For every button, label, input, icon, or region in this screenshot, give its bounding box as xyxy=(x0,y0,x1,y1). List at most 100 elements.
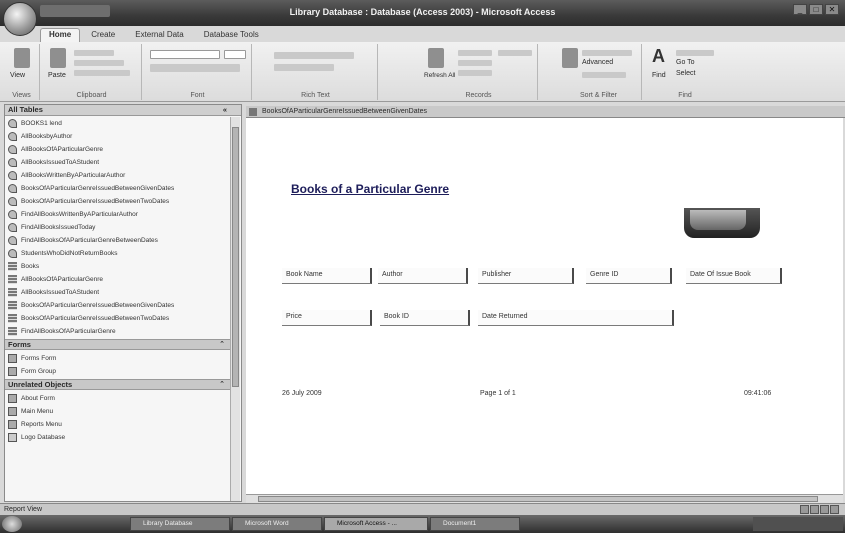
report-view-button[interactable] xyxy=(800,505,809,514)
close-button[interactable]: ✕ xyxy=(825,4,839,15)
chevron-up-icon[interactable]: ⌃ xyxy=(219,380,225,390)
group-records: Refresh All Records xyxy=(420,44,538,100)
nav-item-query[interactable]: AllBooksOfAParticularGenre xyxy=(8,143,230,155)
paste-button[interactable]: Paste xyxy=(48,72,66,79)
selection-button[interactable] xyxy=(582,50,632,56)
field-book-name: Book Name xyxy=(282,268,372,284)
horizontal-scroll-thumb[interactable] xyxy=(258,496,818,502)
taskbar-button[interactable]: Microsoft Word xyxy=(232,517,322,531)
tab-database-tools[interactable]: Database Tools xyxy=(195,28,268,42)
advanced-button[interactable]: Advanced xyxy=(582,59,613,66)
alignment-buttons[interactable] xyxy=(274,52,354,59)
group-views: View Views xyxy=(4,44,40,100)
table-icon xyxy=(8,261,17,271)
nav-item-report[interactable]: AllBooksIssuedToAStudent xyxy=(8,286,230,298)
nav-item-form[interactable]: Reports Menu xyxy=(8,418,230,430)
taskbar-button[interactable]: Document1 xyxy=(430,517,520,531)
report-icon xyxy=(8,313,17,323)
view-button[interactable]: View xyxy=(10,72,25,79)
nav-item-query[interactable]: AllBooksbyAuthor xyxy=(8,130,230,142)
new-record-button[interactable] xyxy=(458,50,492,56)
paste-icon[interactable] xyxy=(50,48,66,68)
save-record-button[interactable] xyxy=(458,60,492,66)
nav-item-label: AllBooksOfAParticularGenre xyxy=(21,275,104,283)
copy-button[interactable] xyxy=(74,60,124,66)
window-title: Library Database : Database (Access 2003… xyxy=(289,7,556,17)
refresh-icon[interactable] xyxy=(428,48,444,68)
nav-item-form[interactable]: Form Group xyxy=(8,365,230,377)
refresh-button[interactable]: Refresh All xyxy=(424,72,456,79)
report-date: 26 July 2009 xyxy=(282,390,322,397)
nav-item-module[interactable]: Logo Database xyxy=(8,431,230,443)
nav-item-label: BooksOfAParticularGenreIssuedBetweenTwoD… xyxy=(21,197,170,205)
nav-scrollbar[interactable] xyxy=(230,117,240,501)
layout-view-button[interactable] xyxy=(820,505,829,514)
nav-item-query[interactable]: BooksOfAParticularGenreIssuedBetweenGive… xyxy=(8,182,230,194)
group-caption-rich-text: Rich Text xyxy=(301,92,330,99)
group-caption-records: Records xyxy=(465,92,492,99)
select-button[interactable]: Select xyxy=(676,70,695,77)
group-caption-find: Find xyxy=(678,92,692,99)
group-caption-views: Views xyxy=(12,92,31,99)
nav-item-report[interactable]: FindAllBooksOfAParticularGenre xyxy=(8,325,230,337)
nav-item-report[interactable]: BooksOfAParticularGenreIssuedBetweenTwoD… xyxy=(8,312,230,324)
chevron-up-icon[interactable]: ⌃ xyxy=(219,340,225,350)
filter-icon[interactable] xyxy=(562,48,578,68)
nav-item-form[interactable]: Main Menu xyxy=(8,405,230,417)
system-tray[interactable] xyxy=(753,517,843,531)
nav-item-query[interactable]: BooksOfAParticularGenreIssuedBetweenTwoD… xyxy=(8,195,230,207)
tab-home[interactable]: Home xyxy=(40,28,81,42)
print-preview-button[interactable] xyxy=(810,505,819,514)
nav-item-query[interactable]: FindAllBooksOfAParticularGenreBetweenDat… xyxy=(8,234,230,246)
nav-item-label: AllBooksbyAuthor xyxy=(21,132,73,140)
totals-button[interactable] xyxy=(498,50,532,56)
nav-section-forms[interactable]: Forms ⌃ xyxy=(5,339,231,350)
view-icon[interactable] xyxy=(14,48,30,68)
replace-button[interactable] xyxy=(676,50,714,56)
font-format-buttons[interactable] xyxy=(150,64,240,72)
nav-item-form[interactable]: About Form xyxy=(8,392,230,404)
chevron-down-icon[interactable]: « xyxy=(223,105,227,114)
horizontal-scrollbar[interactable] xyxy=(246,494,843,503)
office-button[interactable] xyxy=(3,2,37,36)
design-view-button[interactable] xyxy=(830,505,839,514)
cut-button[interactable] xyxy=(74,50,114,56)
nav-item-query[interactable]: BOOKS1 lend xyxy=(8,117,230,129)
nav-item-label: FindAllBooksWrittenByAParticularAuthor xyxy=(21,210,138,218)
query-icon xyxy=(8,222,17,232)
query-icon xyxy=(8,131,17,141)
nav-item-query[interactable]: AllBooksWrittenByAParticularAuthor xyxy=(8,169,230,181)
nav-item-query[interactable]: FindAllBooksWrittenByAParticularAuthor xyxy=(8,208,230,220)
delete-record-button[interactable] xyxy=(458,70,492,76)
start-button[interactable] xyxy=(2,516,22,532)
nav-item-table[interactable]: Books xyxy=(8,260,230,272)
format-painter-button[interactable] xyxy=(74,70,130,76)
nav-item-report[interactable]: AllBooksOfAParticularGenre xyxy=(8,273,230,285)
document-tab[interactable]: BooksOfAParticularGenreIssuedBetweenGive… xyxy=(246,106,845,118)
maximize-button[interactable]: □ xyxy=(809,4,823,15)
list-buttons[interactable] xyxy=(274,64,334,71)
minimize-button[interactable]: _ xyxy=(793,4,807,15)
go-to-button[interactable]: Go To xyxy=(676,59,695,66)
toggle-filter-button[interactable] xyxy=(582,72,626,78)
font-name-select[interactable] xyxy=(150,50,220,59)
nav-item-report[interactable]: BooksOfAParticularGenreIssuedBetweenGive… xyxy=(8,299,230,311)
query-icon xyxy=(8,183,17,193)
nav-scroll-thumb[interactable] xyxy=(232,127,239,387)
font-size-select[interactable] xyxy=(224,50,246,59)
tab-create[interactable]: Create xyxy=(82,28,124,42)
nav-item-form[interactable]: Forms Form xyxy=(8,352,230,364)
taskbar-button[interactable]: Library Database xyxy=(130,517,230,531)
taskbar-button[interactable]: Microsoft Access - ... xyxy=(324,517,428,531)
nav-pane-header[interactable]: All Tables « xyxy=(5,105,241,116)
nav-section-unrelated-objects[interactable]: Unrelated Objects ⌃ xyxy=(5,379,231,390)
nav-item-query[interactable]: FindAllBooksIssuedToday xyxy=(8,221,230,233)
find-button[interactable]: Find xyxy=(652,72,666,79)
tab-external-data[interactable]: External Data xyxy=(126,28,192,42)
nav-item-query[interactable]: AllBooksIssuedToAStudent xyxy=(8,156,230,168)
find-icon[interactable]: A xyxy=(652,46,665,67)
nav-item-label: AllBooksOfAParticularGenre xyxy=(21,145,104,153)
nav-item-query[interactable]: StudentsWhoDidNotReturnBooks xyxy=(8,247,230,259)
report-page-number: Page 1 of 1 xyxy=(480,390,516,397)
field-author: Author xyxy=(378,268,468,284)
